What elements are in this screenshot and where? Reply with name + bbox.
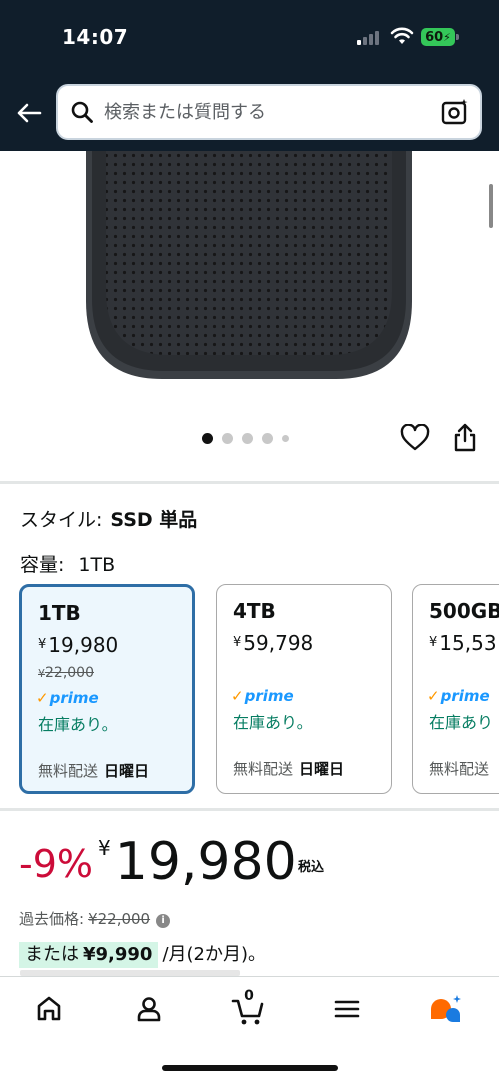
option-shipping: 無料配送 日曜日 [38, 762, 150, 780]
cellular-signal-icon [357, 31, 381, 45]
style-selector: スタイル: SSD 単品 [20, 505, 197, 532]
option-stock: 在庫あり。 [233, 713, 313, 732]
rufus-assistant-icon[interactable] [426, 989, 466, 1029]
back-arrow-icon[interactable] [12, 96, 46, 130]
battery-cap [456, 34, 459, 40]
section-divider [0, 481, 499, 484]
capacity-option-500gb[interactable]: 500GB ¥15,53 ✓prime 在庫あり 無料配送 [412, 584, 499, 794]
wifi-icon [390, 27, 414, 44]
style-label: スタイル: [20, 509, 103, 531]
search-bar[interactable] [56, 84, 482, 140]
pagination-dot[interactable] [222, 432, 233, 444]
product-image[interactable] [84, 151, 414, 383]
option-stock: 在庫あり [429, 713, 494, 732]
home-icon[interactable] [29, 989, 69, 1029]
tax-label: 税込 [298, 860, 325, 875]
option-price: ¥19,980 [38, 633, 119, 657]
past-price-line: 過去価格: ¥22,000 i [19, 908, 171, 929]
main-price: ¥19,980 [98, 832, 297, 892]
option-capacity: 500GB [429, 599, 499, 623]
battery-level: 60 [425, 29, 444, 45]
option-price: ¥15,53 [429, 631, 497, 655]
battery-indicator: 60 ⚡ [421, 28, 455, 46]
status-time: 14:07 [62, 25, 129, 49]
account-icon[interactable] [129, 989, 169, 1029]
cart-count-badge: 0 [244, 988, 254, 1004]
past-price-value: ¥22,000 [88, 910, 151, 928]
capacity-options: 1TB ¥19,980 ¥22,000 ✓prime 在庫あり。 無料配送 日曜日… [19, 584, 499, 798]
info-icon[interactable]: i [156, 914, 171, 928]
menu-icon[interactable] [327, 989, 367, 1029]
discount-percent: -9% [19, 842, 93, 886]
option-capacity: 4TB [233, 599, 276, 623]
camera-search-icon[interactable] [440, 97, 470, 127]
prime-badge: ✓prime [36, 689, 99, 707]
option-price: ¥59,798 [233, 631, 314, 655]
installment-highlight: または ¥9,990 [19, 942, 159, 968]
past-price-label: 過去価格: [19, 910, 85, 928]
share-icon[interactable] [452, 422, 478, 452]
heart-icon[interactable] [400, 424, 430, 452]
installment-term: /月(2か月)。 [162, 944, 267, 965]
option-shipping: 無料配送 日曜日 [233, 760, 345, 778]
search-icon [71, 101, 93, 123]
pagination-dot[interactable] [262, 432, 273, 444]
capacity-value: 1TB [78, 554, 116, 576]
style-value: SSD 単品 [110, 509, 198, 531]
capacity-option-1tb[interactable]: 1TB ¥19,980 ¥22,000 ✓prime 在庫あり。 無料配送 日曜日 [19, 584, 195, 794]
pagination-dot[interactable] [242, 432, 253, 444]
top-bar: 14:07 60 ⚡ [0, 0, 499, 151]
search-input[interactable] [104, 86, 424, 138]
option-old-price: ¥22,000 [38, 665, 94, 681]
option-shipping: 無料配送 [429, 760, 490, 778]
pagination-dot[interactable] [282, 434, 289, 442]
capacity-label: 容量: [20, 554, 65, 576]
capacity-selector: 容量: 1TB [20, 550, 115, 577]
scrollbar-thumb[interactable] [489, 184, 493, 228]
image-pagination[interactable] [202, 432, 289, 444]
prime-badge: ✓prime [231, 687, 294, 705]
installment-line: または ¥9,990/月(2か月)。 [19, 942, 266, 968]
section-divider [0, 808, 499, 811]
capacity-option-4tb[interactable]: 4TB ¥59,798 ✓prime 在庫あり。 無料配送 日曜日 [216, 584, 392, 794]
option-capacity: 1TB [38, 601, 81, 625]
home-indicator [162, 1065, 338, 1071]
pagination-dot-active[interactable] [202, 432, 213, 444]
option-stock: 在庫あり。 [38, 715, 118, 734]
prime-badge: ✓prime [427, 687, 490, 705]
